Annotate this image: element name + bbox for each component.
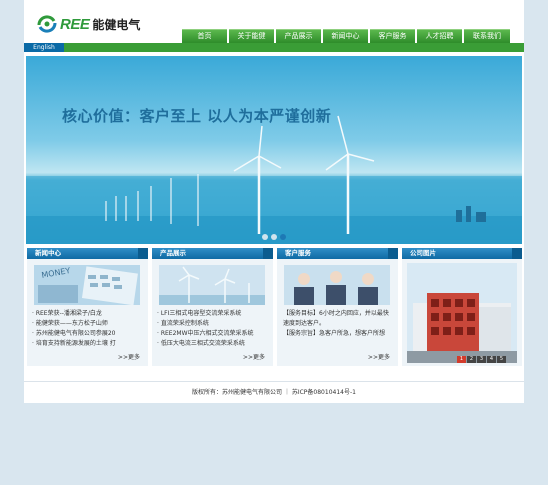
- carousel-dots: [262, 234, 289, 240]
- page-container: REE 能健电气 首页 关于能健 产品展示 新闻中心 客户服务 人才招聘 联系我…: [24, 0, 524, 403]
- carousel-dot[interactable]: [271, 234, 277, 240]
- photo-page-1[interactable]: 1: [457, 356, 466, 363]
- service-goal: 【服务目标】6小时之内回应，并以最快速度到达客户。: [283, 310, 389, 327]
- product-item[interactable]: · 低压大电流三相式交流荣采系统: [157, 339, 269, 349]
- service-section: 客户服务 【服务目标】6小时之内回应，并以最快速度到达客户。 【服务宗旨】急客户…: [277, 248, 398, 366]
- product-item[interactable]: · 直流荣采控制系统: [157, 319, 269, 329]
- news-image: MONEY: [34, 265, 140, 305]
- news-item[interactable]: · 能健荣获——东方松子山师: [32, 319, 144, 329]
- news-title: 新闻中心: [27, 248, 148, 259]
- carousel-dot[interactable]: [262, 234, 268, 240]
- nav-news[interactable]: 新闻中心: [323, 29, 368, 43]
- products-section: 产品展示 · LFI三相式电容型交流荣采系统 · 直流荣采控制系统 · REE2…: [152, 248, 273, 366]
- news-item[interactable]: · 培育支持新能源发展的土壤 打: [32, 339, 144, 349]
- nav-about[interactable]: 关于能健: [229, 29, 274, 43]
- company-photo[interactable]: 1 2 3 4 5: [407, 263, 517, 363]
- product-item[interactable]: · LFI三相式电容型交流荣采系统: [157, 309, 269, 319]
- nav-home[interactable]: 首页: [182, 29, 227, 43]
- green-bar: [24, 43, 524, 52]
- logo-swirl-icon: [37, 15, 57, 33]
- service-image: [284, 265, 390, 305]
- news-more-link[interactable]: >>更多: [118, 352, 140, 361]
- nav-contact[interactable]: 联系我们: [464, 29, 510, 43]
- footer-divider: [24, 381, 524, 382]
- service-text: 【服务目标】6小时之内回应，并以最快速度到达客户。 【服务宗旨】急客户所急，想客…: [283, 309, 391, 339]
- product-item[interactable]: · REE2MW中压六相式交流荣采系统: [157, 329, 269, 339]
- photos-title: 公司图片: [402, 248, 522, 259]
- photo-page-3[interactable]: 3: [477, 356, 486, 363]
- photo-pager: 1 2 3 4 5: [457, 356, 506, 363]
- photo-page-4[interactable]: 4: [487, 356, 496, 363]
- main-nav: 首页 关于能健 产品展示 新闻中心 客户服务 人才招聘 联系我们: [182, 29, 510, 43]
- banner: 核心价值：客户至上 以人为本严谨创新: [26, 56, 522, 244]
- news-item[interactable]: · REE荣获--潘湘梁子/白龙: [32, 309, 144, 319]
- nav-service[interactable]: 客户服务: [370, 29, 415, 43]
- logo[interactable]: REE 能健电气: [36, 12, 140, 36]
- news-list: · REE荣获--潘湘梁子/白龙 · 能健荣获——东方松子山师 · 苏州能健电气…: [32, 309, 144, 349]
- nav-products[interactable]: 产品展示: [276, 29, 321, 43]
- service-title: 客户服务: [277, 248, 398, 259]
- banner-slogan: 核心价值：客户至上 以人为本严谨创新: [62, 107, 332, 125]
- banner-turbines-image: [26, 115, 522, 244]
- english-link[interactable]: English: [24, 43, 64, 52]
- photo-page-2[interactable]: 2: [467, 356, 476, 363]
- news-section: 新闻中心 MONEY · REE荣获--潘湘梁子/白龙 · 能健荣获——东方松子…: [27, 248, 148, 366]
- products-image: [159, 265, 265, 305]
- news-item[interactable]: · 苏州能健电气有限公司参展20: [32, 329, 144, 339]
- products-title: 产品展示: [152, 248, 273, 259]
- service-more-link[interactable]: >>更多: [368, 352, 390, 361]
- logo-ree-text: REE: [60, 15, 90, 33]
- footer-copyright: 版权所有：苏州能健电气有限公司 ｜ 苏ICP备08010414号-1: [192, 389, 356, 396]
- products-list: · LFI三相式电容型交流荣采系统 · 直流荣采控制系统 · REE2MW中压六…: [157, 309, 269, 349]
- logo-company-name: 能健电气: [92, 17, 141, 32]
- products-more-link[interactable]: >>更多: [243, 352, 265, 361]
- photos-section: 公司图片 1 2 3 4 5: [402, 248, 522, 366]
- carousel-dot-active[interactable]: [280, 234, 286, 240]
- photo-page-5[interactable]: 5: [497, 356, 506, 363]
- nav-jobs[interactable]: 人才招聘: [417, 29, 462, 43]
- service-tenet: 【服务宗旨】急客户所急，想客户所想: [283, 330, 386, 337]
